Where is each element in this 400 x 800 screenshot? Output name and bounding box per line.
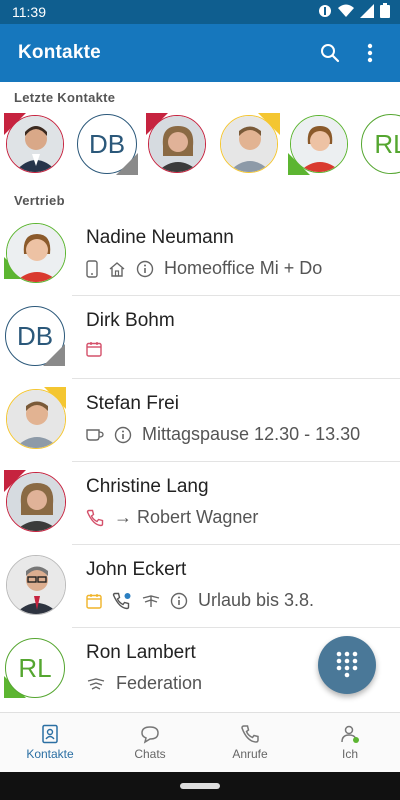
nav-contacts[interactable]: Kontakte xyxy=(0,713,100,772)
search-icon xyxy=(321,44,340,63)
signal-icon xyxy=(360,3,374,21)
nav-label: Ich xyxy=(341,747,358,761)
calendar-icon xyxy=(86,593,102,609)
mobile-phone-icon xyxy=(86,259,98,278)
nav-chats[interactable]: Chats xyxy=(100,713,200,772)
system-navigation-bar xyxy=(0,772,400,800)
nav-label: Anrufe xyxy=(232,747,268,761)
nav-label: Kontakte xyxy=(26,747,74,761)
contact-row[interactable]: Christine Lang → Robert Wagner xyxy=(0,462,400,545)
page-title: Kontakte xyxy=(18,42,101,63)
contact-status-line xyxy=(86,341,102,357)
contact-status-text: Homeoffice Mi + Do xyxy=(164,258,323,278)
home-icon xyxy=(108,261,126,277)
battery-icon xyxy=(380,3,390,21)
status-bar: 11:39 xyxy=(0,0,400,24)
avatar xyxy=(290,115,348,173)
contacts-icon xyxy=(42,724,58,744)
contact-status-text: Urlaub bis 3.8. xyxy=(198,590,315,610)
contact-name: Christine Lang xyxy=(86,476,209,497)
contact-status-text: Mittagspause 12.30 - 13.30 xyxy=(142,424,361,444)
nav-calls[interactable]: Anrufe xyxy=(200,713,300,772)
contact-name: Dirk Bohm xyxy=(86,310,175,331)
recent-contact-6[interactable]: RL xyxy=(360,113,400,175)
nav-label: Chats xyxy=(134,747,166,761)
recent-contacts-row: DB RL xyxy=(0,113,400,179)
status-icons xyxy=(318,3,390,21)
avatar xyxy=(220,115,278,173)
avatar xyxy=(6,223,66,283)
phone-icon xyxy=(241,725,259,743)
recent-contact-3[interactable] xyxy=(146,113,208,175)
phone-call-icon xyxy=(86,509,104,527)
contact-row[interactable]: Nadine Neumann Homeoffice Mi + Do xyxy=(0,213,400,296)
section-title-group: Vertrieb xyxy=(14,193,65,208)
contact-name: Stefan Frei xyxy=(86,393,179,414)
contact-row[interactable]: John Eckert Urlaub bis 3.8. xyxy=(0,545,400,628)
presence-corner xyxy=(116,153,138,175)
app-bar: Kontakte xyxy=(0,24,400,82)
contact-name: Nadine Neumann xyxy=(86,227,234,248)
wifi-icon xyxy=(338,4,354,21)
status-time: 11:39 xyxy=(12,4,46,20)
contact-name: Ron Lambert xyxy=(86,642,196,663)
contact-status-text: Federation xyxy=(116,673,203,693)
more-options-button[interactable] xyxy=(350,33,390,73)
search-button[interactable] xyxy=(310,33,350,73)
dialpad-icon xyxy=(336,651,358,678)
home-gesture-handle[interactable] xyxy=(180,783,220,789)
recent-contact-5[interactable] xyxy=(288,113,350,175)
chat-bubble-icon xyxy=(141,726,159,744)
recent-contact-4[interactable] xyxy=(218,113,280,175)
info-icon xyxy=(136,260,154,278)
section-title-recent: Letzte Kontakte xyxy=(14,90,116,105)
phone-forward-icon xyxy=(112,592,132,610)
recent-contact-2[interactable]: DB xyxy=(76,113,138,175)
federation-icon xyxy=(142,594,160,608)
info-icon xyxy=(114,426,132,444)
contact-status-line: Federation xyxy=(86,673,202,694)
contact-status-line: Homeoffice Mi + Do xyxy=(86,258,322,279)
recent-contact-1[interactable] xyxy=(4,113,66,175)
contact-status-text: → Robert Wagner xyxy=(114,507,259,527)
contact-status-line: → Robert Wagner xyxy=(86,507,258,528)
coffee-cup-icon xyxy=(86,428,104,442)
dialpad-button[interactable] xyxy=(318,636,376,694)
person-presence-icon xyxy=(341,725,359,743)
avatar xyxy=(6,389,66,449)
info-icon xyxy=(170,592,188,610)
presence-corner xyxy=(43,344,65,366)
avatar xyxy=(148,115,206,173)
nav-me[interactable]: Ich xyxy=(300,713,400,772)
avatar xyxy=(6,472,66,532)
federation-icon xyxy=(86,677,106,691)
contact-row[interactable]: Stefan Frei Mittagspause 12.30 - 13.30 xyxy=(0,379,400,462)
avatar-initials: RL xyxy=(361,114,400,174)
contact-status-line: Mittagspause 12.30 - 13.30 xyxy=(86,424,360,445)
bottom-navigation: Kontakte Chats Anrufe Ich xyxy=(0,712,400,772)
avatar xyxy=(6,555,66,615)
vpn-icon xyxy=(318,4,332,21)
more-vert-icon xyxy=(367,43,373,63)
avatar xyxy=(6,115,64,173)
contact-status-line: Urlaub bis 3.8. xyxy=(86,590,314,611)
contact-row[interactable]: DB Dirk Bohm xyxy=(0,296,400,379)
avatar-initials: RL xyxy=(5,638,65,698)
calendar-icon xyxy=(86,341,102,357)
contact-name: John Eckert xyxy=(86,559,187,580)
